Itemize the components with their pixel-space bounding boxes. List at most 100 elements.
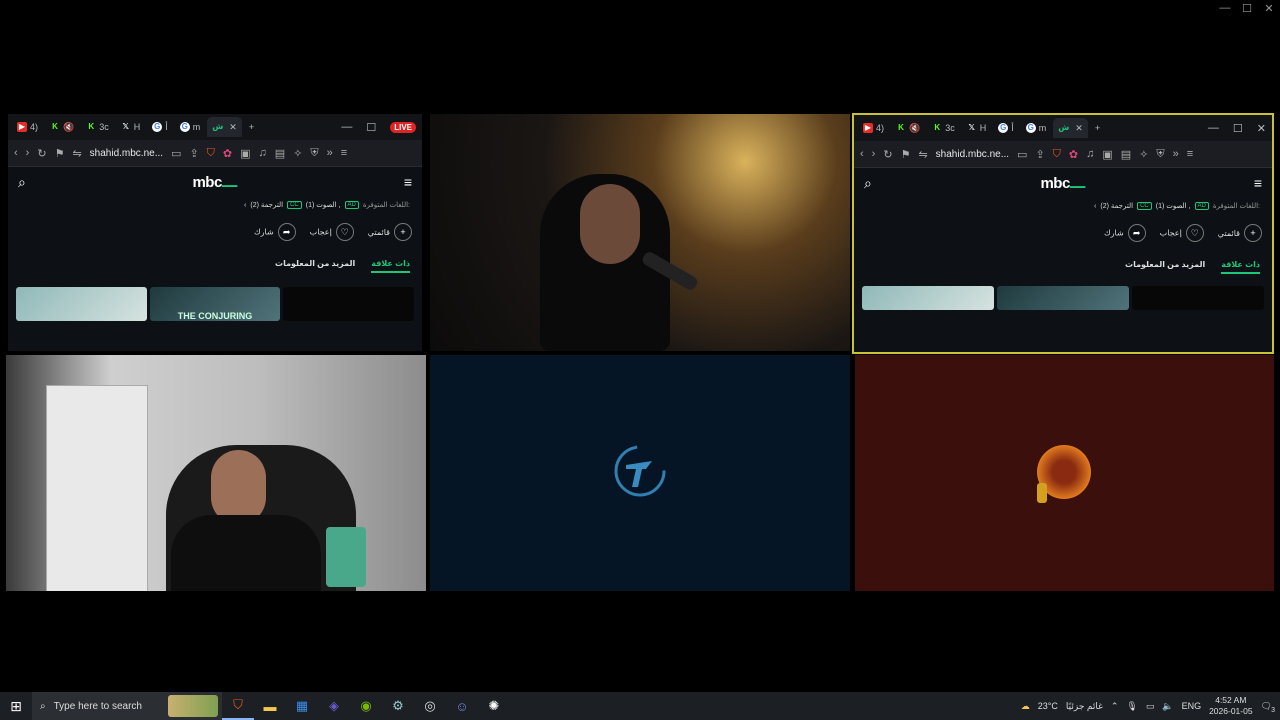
tab-shahid-active[interactable]: ش ✕	[1053, 118, 1088, 138]
cast-icon[interactable]: ▭	[171, 147, 181, 160]
weather-temp[interactable]: 23°C	[1038, 701, 1058, 711]
share-icon[interactable]: ⇪	[1035, 148, 1044, 161]
reload-icon[interactable]: ↻	[37, 147, 46, 160]
extension-icon[interactable]: ✿	[1069, 148, 1078, 161]
tab-x[interactable]: 𝕏H	[116, 117, 146, 137]
obs-icon[interactable]: ◎	[414, 692, 446, 720]
network-icon[interactable]: ▭	[1146, 701, 1155, 712]
share-button[interactable]: شارك ➦	[254, 223, 296, 241]
tab-more-info[interactable]: المزيد من المعلومات	[1125, 260, 1205, 274]
mbc-logo[interactable]: mbcـــ	[1040, 174, 1085, 192]
search-icon[interactable]: ⌕	[18, 174, 26, 191]
bookmark-icon[interactable]: ⚑	[55, 147, 65, 160]
leo-icon[interactable]: ✧	[1139, 148, 1148, 161]
forward-icon[interactable]: ›	[872, 148, 876, 160]
wallet-icon[interactable]: ▤	[275, 147, 285, 160]
thumbnail[interactable]	[16, 287, 147, 321]
tab-kick-2[interactable]: K 3c	[927, 118, 960, 138]
brave-browser-icon[interactable]: ⛉	[222, 692, 254, 720]
url-field[interactable]: shahid.mbc.ne...	[936, 149, 1009, 160]
brave-shield-icon[interactable]: ⛉	[207, 147, 215, 160]
tab-close-icon[interactable]: ✕	[1075, 123, 1083, 134]
tab-x[interactable]: 𝕏H	[962, 118, 992, 138]
tab-related[interactable]: ذات علاقة	[371, 259, 410, 273]
url-field[interactable]: shahid.mbc.ne...	[90, 148, 163, 159]
clock[interactable]: 4:52 AM 2026-01-05	[1209, 695, 1252, 717]
discord-icon[interactable]: ☺	[446, 692, 478, 720]
language-indicator[interactable]: ENG	[1182, 701, 1202, 711]
tab-more-info[interactable]: المزيد من المعلومات	[275, 259, 355, 273]
chevron-left-icon[interactable]: ‹	[244, 202, 246, 209]
minimize-icon[interactable]: —	[1214, 0, 1236, 16]
tab-google[interactable]: Gأ	[147, 117, 173, 137]
site-settings-icon[interactable]: ⇋	[918, 148, 927, 161]
close-icon[interactable]: ✕	[1257, 122, 1266, 135]
app-icon[interactable]: ◈	[318, 692, 350, 720]
thumbnail-conjuring[interactable]: THE CONJURING	[149, 287, 281, 321]
volume-icon[interactable]: 🔈	[1162, 701, 1173, 712]
minimize-icon[interactable]: —	[1208, 122, 1219, 134]
more-icon[interactable]: »	[327, 147, 333, 159]
microphone-icon[interactable]: 🎙	[1126, 701, 1137, 712]
store-icon[interactable]: ▦	[286, 692, 318, 720]
reload-icon[interactable]: ↻	[883, 148, 892, 161]
steelseries-icon[interactable]: ✺	[478, 692, 510, 720]
menu-icon[interactable]: ≡	[341, 147, 347, 159]
tab-google-2[interactable]: Gm	[1021, 118, 1052, 138]
tab-shahid-active[interactable]: ش ✕	[207, 117, 242, 137]
media-icon[interactable]: ♫	[259, 147, 267, 159]
back-icon[interactable]: ‹	[14, 147, 18, 159]
media-icon[interactable]: ♫	[1086, 148, 1094, 160]
tab-close-icon[interactable]: ✕	[229, 122, 237, 133]
vpn-icon[interactable]: ⛨	[1156, 148, 1164, 161]
tab-related[interactable]: ذات علاقة	[1221, 260, 1260, 274]
file-explorer-icon[interactable]: ▬	[254, 692, 286, 720]
tab-google-2[interactable]: Gm	[175, 117, 206, 137]
weather-icon[interactable]: ☁	[1021, 701, 1030, 712]
tab-youtube[interactable]: ▶ 4)	[12, 117, 43, 137]
mbc-logo[interactable]: mbcـــ	[192, 173, 237, 191]
nvidia-icon[interactable]: ◉	[350, 692, 382, 720]
my-list-button[interactable]: قائمتي +	[1218, 224, 1262, 242]
share-icon[interactable]: ⇪	[189, 147, 198, 160]
thumbnail[interactable]	[997, 286, 1129, 310]
hamburger-menu-icon[interactable]: ≡	[1254, 175, 1262, 191]
cast-icon[interactable]: ▭	[1017, 148, 1027, 161]
sidebar-icon[interactable]: ▣	[1102, 148, 1112, 161]
more-icon[interactable]: »	[1173, 148, 1179, 160]
thumbnail[interactable]	[862, 286, 994, 310]
brave-shield-icon[interactable]: ⛉	[1053, 148, 1061, 161]
chevron-left-icon[interactable]: ‹	[1094, 203, 1096, 210]
tab-kick-2[interactable]: K 3c	[81, 117, 114, 137]
forward-icon[interactable]: ›	[26, 147, 30, 159]
thumbnail[interactable]	[1132, 286, 1264, 310]
weather-text[interactable]: غائم جزئيًا	[1066, 701, 1103, 712]
like-button[interactable]: إعجاب ♡	[310, 223, 354, 241]
like-button[interactable]: إعجاب ♡	[1160, 224, 1204, 242]
leo-icon[interactable]: ✧	[293, 147, 302, 160]
new-tab-button[interactable]: +	[244, 117, 259, 137]
tab-youtube[interactable]: ▶ 4)	[858, 118, 889, 138]
share-button[interactable]: شارك ➦	[1104, 224, 1146, 242]
maximize-icon[interactable]: ☐	[1233, 122, 1243, 135]
maximize-icon[interactable]: ☐	[366, 121, 376, 134]
new-tab-button[interactable]: +	[1090, 118, 1105, 138]
tab-kick[interactable]: K 🔇	[45, 117, 79, 137]
hamburger-menu-icon[interactable]: ≡	[404, 174, 412, 190]
steam-icon[interactable]: ⚙	[382, 692, 414, 720]
tab-kick[interactable]: K 🔇	[891, 118, 925, 138]
minimize-icon[interactable]: —	[341, 121, 352, 133]
menu-icon[interactable]: ≡	[1187, 148, 1193, 160]
my-list-button[interactable]: قائمتي +	[368, 223, 412, 241]
close-icon[interactable]: ✕	[1258, 0, 1280, 16]
back-icon[interactable]: ‹	[860, 148, 864, 160]
bookmark-icon[interactable]: ⚑	[901, 148, 911, 161]
chevron-up-icon[interactable]: ⌃	[1111, 701, 1119, 712]
tab-google[interactable]: Gأ	[993, 118, 1019, 138]
thumbnail[interactable]	[283, 287, 415, 321]
notifications-icon[interactable]: 🗨 3	[1261, 701, 1275, 714]
taskbar-search[interactable]: ⌕ Type here to search	[32, 692, 222, 720]
maximize-icon[interactable]: ☐	[1236, 0, 1258, 16]
search-icon[interactable]: ⌕	[864, 175, 872, 192]
vpn-icon[interactable]: ⛨	[310, 147, 318, 160]
